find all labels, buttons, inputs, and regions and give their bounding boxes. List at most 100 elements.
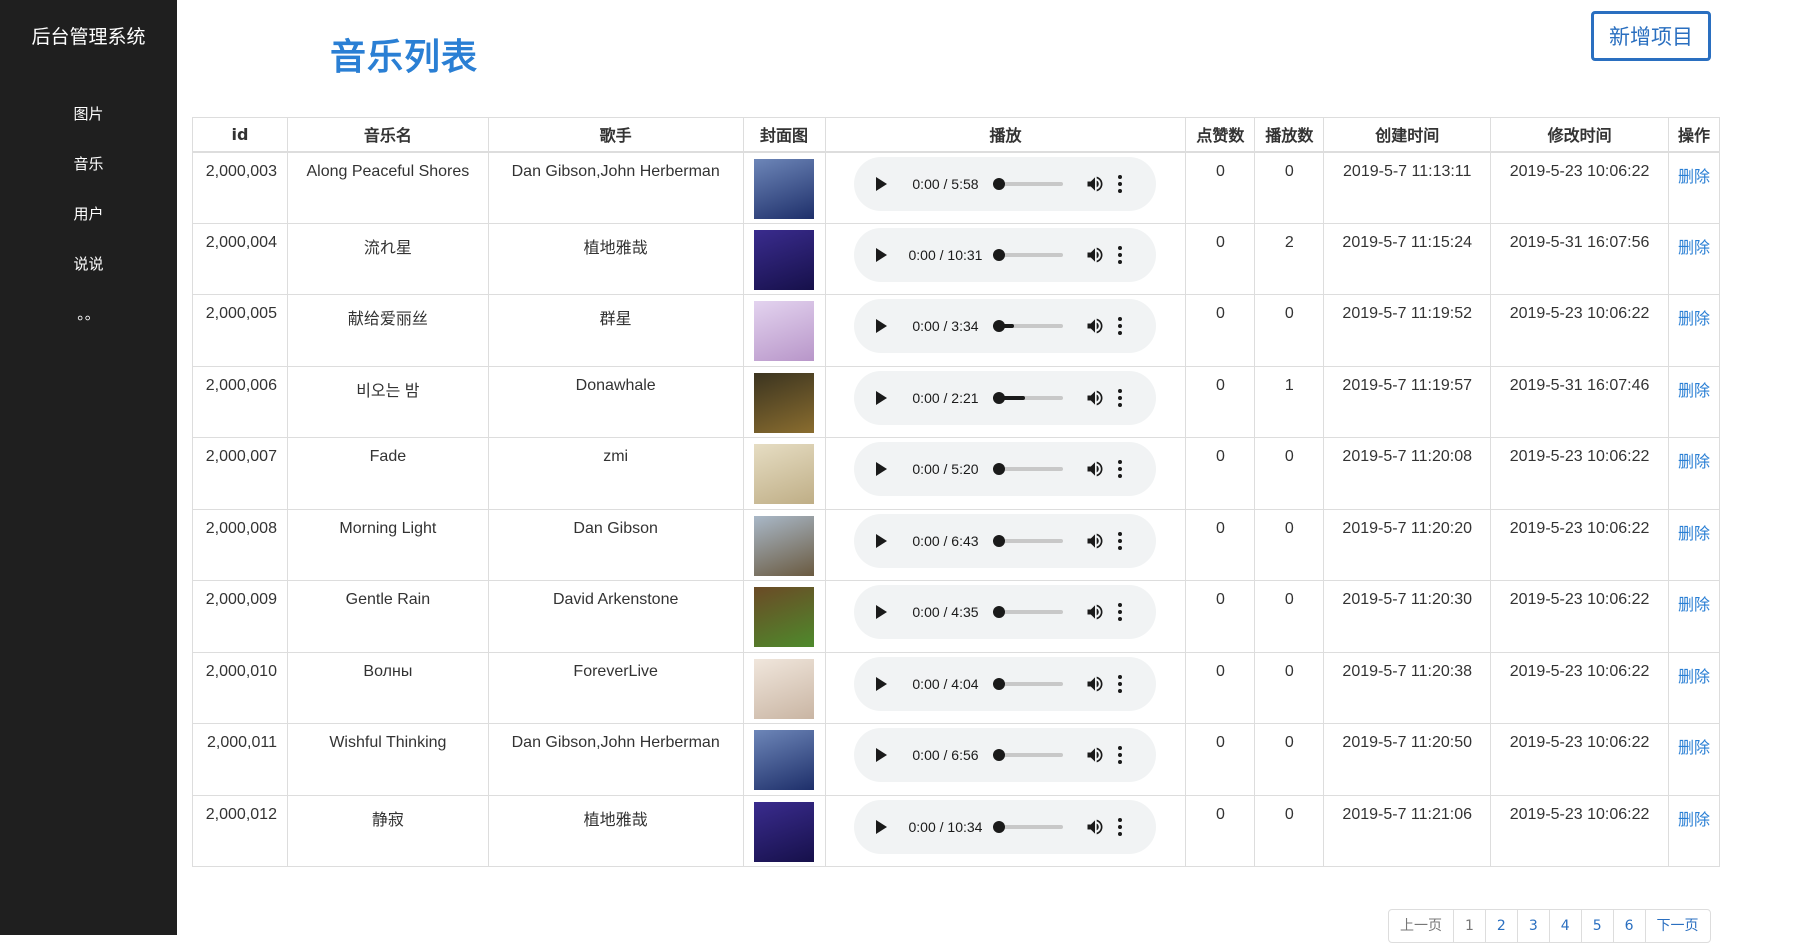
pagination-page-2[interactable]: 2 <box>1486 910 1518 942</box>
volume-icon[interactable] <box>1085 174 1105 194</box>
sidebar-item-posts[interactable]: 说说 <box>0 253 177 274</box>
more-options-icon[interactable] <box>1117 388 1123 407</box>
seek-thumb[interactable] <box>993 320 1006 332</box>
seek-thumb[interactable] <box>993 177 1006 190</box>
sidebar-item-images[interactable]: 图片 <box>0 103 177 124</box>
play-icon[interactable] <box>876 247 888 262</box>
delete-link[interactable]: 删除 <box>1678 595 1710 614</box>
column-header-modified: 修改时间 <box>1490 117 1669 153</box>
seek-slider[interactable] <box>993 248 1064 261</box>
seek-slider[interactable] <box>993 463 1064 475</box>
more-options-icon[interactable] <box>1117 460 1123 478</box>
more-options-icon[interactable] <box>1117 174 1123 193</box>
seek-slider[interactable] <box>993 391 1064 404</box>
more-options-icon[interactable] <box>1117 746 1123 764</box>
sidebar-item-users[interactable]: 用户 <box>0 203 177 224</box>
volume-icon[interactable] <box>1085 602 1105 622</box>
audio-player[interactable]: 0:00 / 4:35 <box>854 585 1157 639</box>
cell-name: 流れ星 <box>286 222 489 295</box>
seek-thumb[interactable] <box>993 248 1006 261</box>
volume-icon[interactable] <box>1085 316 1105 336</box>
cell-created: 2019-5-7 11:20:50 <box>1323 723 1492 796</box>
seek-thumb[interactable] <box>993 463 1006 475</box>
seek-slider[interactable] <box>993 320 1064 332</box>
delete-link[interactable]: 删除 <box>1678 810 1710 829</box>
volume-icon[interactable] <box>1085 817 1105 837</box>
seek-thumb[interactable] <box>993 749 1006 761</box>
play-icon[interactable] <box>876 533 888 548</box>
audio-player[interactable]: 0:00 / 4:04 <box>854 656 1157 711</box>
play-icon[interactable] <box>876 176 888 191</box>
audio-player[interactable]: 0:00 / 5:58 <box>854 156 1157 211</box>
seek-slider[interactable] <box>993 677 1064 690</box>
add-item-button[interactable]: 新增项目 <box>1591 11 1711 61</box>
play-icon[interactable] <box>876 676 888 691</box>
seek-slider[interactable] <box>993 749 1064 761</box>
sidebar-item-music[interactable]: 音乐 <box>0 153 177 174</box>
more-options-icon[interactable] <box>1117 603 1123 621</box>
audio-player[interactable]: 0:00 / 10:34 <box>854 799 1157 854</box>
delete-link[interactable]: 删除 <box>1678 452 1710 471</box>
volume-icon[interactable] <box>1085 245 1105 265</box>
more-options-icon[interactable] <box>1117 245 1123 264</box>
play-icon[interactable] <box>876 819 888 834</box>
more-options-icon[interactable] <box>1117 674 1123 693</box>
seek-thumb[interactable] <box>993 677 1006 690</box>
delete-link[interactable]: 删除 <box>1678 738 1710 757</box>
audio-player[interactable]: 0:00 / 5:20 <box>854 442 1157 496</box>
seek-slider[interactable] <box>993 606 1064 618</box>
seek-slider[interactable] <box>993 177 1064 190</box>
cell-singer: 植地雅哉 <box>487 794 744 867</box>
cell-id: 2,000,008 <box>192 508 288 581</box>
cell-cover <box>742 222 826 295</box>
delete-link[interactable]: 删除 <box>1678 667 1710 686</box>
sidebar-item-more[interactable]: 。。 <box>0 303 177 324</box>
column-header-created: 创建时间 <box>1323 117 1492 153</box>
seek-slider[interactable] <box>993 534 1064 547</box>
pagination-page-5[interactable]: 5 <box>1582 910 1614 942</box>
volume-icon[interactable] <box>1085 388 1105 408</box>
pagination-page-4[interactable]: 4 <box>1550 910 1582 942</box>
seek-thumb[interactable] <box>993 391 1006 404</box>
play-icon[interactable] <box>876 390 888 405</box>
delete-link[interactable]: 删除 <box>1678 167 1710 186</box>
volume-icon[interactable] <box>1085 674 1105 694</box>
pagination-prev[interactable]: 上一页 <box>1389 910 1454 942</box>
delete-link[interactable]: 删除 <box>1678 238 1710 257</box>
seek-thumb[interactable] <box>993 820 1006 833</box>
player-time: 0:00 / 3:34 <box>912 318 979 334</box>
audio-player[interactable]: 0:00 / 6:43 <box>854 513 1157 568</box>
pagination-page-3[interactable]: 3 <box>1518 910 1550 942</box>
audio-player[interactable]: 0:00 / 10:31 <box>854 227 1157 282</box>
more-options-icon[interactable] <box>1117 317 1123 335</box>
play-icon[interactable] <box>876 605 888 619</box>
pagination-page-6[interactable]: 6 <box>1614 910 1646 942</box>
more-options-icon[interactable] <box>1117 817 1123 836</box>
volume-icon[interactable] <box>1085 531 1105 551</box>
column-header-plays: 播放数 <box>1254 117 1325 153</box>
cell-likes: 0 <box>1185 794 1256 867</box>
play-icon[interactable] <box>876 462 888 476</box>
cell-action: 删除 <box>1668 294 1720 367</box>
cell-plays: 1 <box>1254 365 1325 438</box>
seek-thumb[interactable] <box>993 534 1006 547</box>
volume-icon[interactable] <box>1085 745 1105 765</box>
seek-slider[interactable] <box>993 820 1064 833</box>
more-options-icon[interactable] <box>1117 531 1123 550</box>
seek-thumb[interactable] <box>993 606 1006 618</box>
audio-player[interactable]: 0:00 / 2:21 <box>854 370 1157 425</box>
delete-link[interactable]: 删除 <box>1678 524 1710 543</box>
play-icon[interactable] <box>876 319 888 333</box>
play-icon[interactable] <box>876 748 888 762</box>
audio-player[interactable]: 0:00 / 6:56 <box>854 728 1157 782</box>
player-time: 0:00 / 6:43 <box>912 532 979 549</box>
cell-likes: 0 <box>1185 294 1256 367</box>
cell-player: 0:00 / 10:31 <box>824 222 1187 295</box>
delete-link[interactable]: 删除 <box>1678 381 1710 400</box>
pagination-page-1[interactable]: 1 <box>1454 910 1486 942</box>
audio-player[interactable]: 0:00 / 3:34 <box>854 299 1157 353</box>
delete-link[interactable]: 删除 <box>1678 309 1710 328</box>
cell-action: 删除 <box>1668 508 1720 581</box>
volume-icon[interactable] <box>1085 459 1105 479</box>
pagination-next[interactable]: 下一页 <box>1646 910 1710 942</box>
